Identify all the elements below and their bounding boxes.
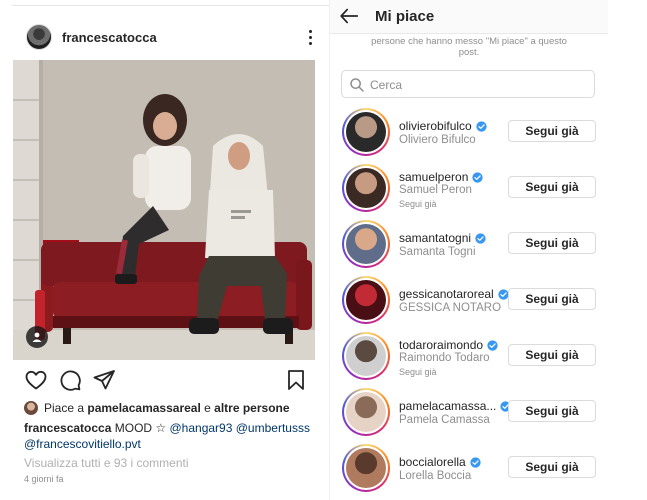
liker-username-text[interactable]: olivierobifulco bbox=[399, 119, 472, 133]
liker-username-text[interactable]: pamelacamassa... bbox=[399, 399, 496, 413]
liker-row-1[interactable]: olivierobifulco Oliviero Bifulco Segui g… bbox=[330, 104, 608, 160]
liker-row-7[interactable]: boccialorella Lorella Boccia Segui già bbox=[330, 440, 608, 496]
verified-badge-icon bbox=[472, 171, 484, 183]
story-ring[interactable] bbox=[342, 276, 390, 324]
search-input[interactable] bbox=[370, 75, 590, 95]
post-photo[interactable] bbox=[13, 60, 315, 360]
liker-row-6[interactable]: pamelacamassa... Pamela Camassa Segui gi… bbox=[330, 384, 608, 440]
liker-avatar bbox=[24, 401, 38, 415]
top-bar-cropped bbox=[12, 0, 330, 6]
likes-title: Mi piace bbox=[375, 8, 435, 25]
likes-subnote: persone che hanno messo "Mi piace" a que… bbox=[371, 36, 567, 58]
liker-username-text[interactable]: todaroraimondo bbox=[399, 338, 483, 352]
caption-mention-2[interactable]: @umbertusss bbox=[236, 421, 310, 435]
following-button[interactable]: Segui già bbox=[508, 288, 596, 310]
liker-username-text[interactable]: samuelperon bbox=[399, 170, 468, 184]
liker-avatar bbox=[346, 224, 386, 264]
heart-icon[interactable] bbox=[24, 368, 48, 392]
verified-badge-icon bbox=[476, 120, 487, 132]
following-button[interactable]: Segui già bbox=[508, 400, 596, 422]
liker-full-name: Samuel Peron bbox=[399, 184, 472, 196]
liker-row-3[interactable]: samantatogni Samanta Togni Segui già bbox=[330, 216, 608, 272]
verified-badge-icon bbox=[470, 456, 481, 468]
back-arrow-icon[interactable] bbox=[338, 5, 360, 27]
liker-username[interactable]: pamelacamassa... bbox=[399, 399, 512, 413]
post-caption: francescatocca MOOD ☆ @hangar93 @umbertu… bbox=[24, 420, 324, 452]
liked-by-others[interactable]: altre persone bbox=[214, 401, 289, 415]
view-all-comments-link[interactable]: Visualizza tutti e 93 i commenti bbox=[24, 456, 189, 470]
liker-username[interactable]: samuelperon bbox=[399, 170, 484, 184]
liked-by-conj: e bbox=[204, 401, 211, 415]
liked-by-user[interactable]: pamelacamassareal bbox=[87, 401, 200, 415]
post-panel: francescatocca Piace a pamelacamassareal… bbox=[12, 0, 330, 500]
post-actions bbox=[12, 366, 330, 394]
liker-follow-status: Segui già bbox=[399, 367, 437, 377]
likers-list: olivierobifulco Oliviero Bifulco Segui g… bbox=[330, 104, 608, 496]
liker-row-2[interactable]: samuelperon Samuel Peron Segui già Segui… bbox=[330, 160, 608, 216]
liker-avatar bbox=[346, 336, 386, 376]
comment-icon[interactable] bbox=[58, 368, 82, 392]
verified-badge-icon bbox=[475, 232, 486, 244]
post-author-avatar[interactable] bbox=[26, 24, 52, 50]
likes-panel: Mi piace persone che hanno messo "Mi pia… bbox=[330, 0, 608, 500]
liker-avatar bbox=[346, 112, 386, 152]
liker-username[interactable]: olivierobifulco bbox=[399, 119, 487, 133]
liker-username[interactable]: samantatogni bbox=[399, 231, 486, 245]
liker-avatar bbox=[346, 392, 386, 432]
story-ring[interactable] bbox=[342, 444, 390, 492]
liker-username-text[interactable]: boccialorella bbox=[399, 455, 466, 469]
following-button[interactable]: Segui già bbox=[508, 344, 596, 366]
search-icon bbox=[350, 78, 364, 92]
story-ring[interactable] bbox=[342, 108, 390, 156]
liker-full-name: Samanta Togni bbox=[399, 246, 476, 258]
liker-username[interactable]: todaroraimondo bbox=[399, 338, 498, 352]
liker-full-name: Pamela Camassa bbox=[399, 414, 490, 426]
liker-avatar bbox=[346, 168, 386, 208]
liker-full-name: Raimondo Todaro bbox=[399, 352, 490, 364]
person-icon bbox=[32, 332, 42, 342]
liker-row-5[interactable]: todaroraimondo Raimondo Todaro Segui già… bbox=[330, 328, 608, 384]
liker-avatar bbox=[346, 448, 386, 488]
caption-username[interactable]: francescatocca bbox=[24, 421, 111, 435]
screen: francescatocca Piace a pamelacamassareal… bbox=[0, 0, 647, 500]
story-ring[interactable] bbox=[342, 220, 390, 268]
liker-full-name: Oliviero Bifulco bbox=[399, 134, 476, 146]
liker-full-name: Lorella Boccia bbox=[399, 470, 472, 482]
liker-username-text[interactable]: gessicanotaroreal bbox=[399, 287, 494, 301]
post-header: francescatocca bbox=[12, 14, 330, 60]
following-button[interactable]: Segui già bbox=[508, 232, 596, 254]
following-button[interactable]: Segui già bbox=[508, 456, 596, 478]
liked-by-prefix: Piace a bbox=[44, 401, 85, 415]
more-options-icon[interactable] bbox=[302, 26, 318, 48]
following-button[interactable]: Segui già bbox=[508, 120, 596, 142]
story-ring[interactable] bbox=[342, 388, 390, 436]
post-author-username[interactable]: francescatocca bbox=[62, 30, 157, 45]
caption-text: MOOD ☆ bbox=[114, 421, 167, 435]
caption-mention-1[interactable]: @hangar93 bbox=[170, 421, 233, 435]
bookmark-icon[interactable] bbox=[284, 368, 308, 392]
share-icon[interactable] bbox=[92, 368, 116, 392]
liker-avatar bbox=[346, 280, 386, 320]
likes-header: Mi piace bbox=[330, 0, 608, 34]
liked-by-summary[interactable]: Piace a pamelacamassareal e altre person… bbox=[24, 401, 290, 415]
liker-username-text[interactable]: samantatogni bbox=[399, 231, 471, 245]
following-button[interactable]: Segui già bbox=[508, 176, 596, 198]
search-box[interactable] bbox=[341, 70, 595, 98]
liker-username[interactable]: boccialorella bbox=[399, 455, 481, 469]
liker-full-name: GESSICA NOTARO bbox=[399, 302, 502, 314]
post-timestamp: 4 giorni fa bbox=[24, 474, 64, 484]
verified-badge-icon bbox=[487, 339, 498, 351]
tagged-people-button[interactable] bbox=[26, 326, 48, 348]
liker-row-4[interactable]: gessicanotaroreal GESSICA NOTARO Segui g… bbox=[330, 272, 608, 328]
story-ring[interactable] bbox=[342, 332, 390, 380]
liker-username[interactable]: gessicanotaroreal bbox=[399, 287, 509, 301]
story-ring[interactable] bbox=[342, 164, 390, 212]
caption-mention-3[interactable]: @francescovitiello.pvt bbox=[24, 437, 141, 451]
liker-follow-status: Segui già bbox=[399, 199, 437, 209]
